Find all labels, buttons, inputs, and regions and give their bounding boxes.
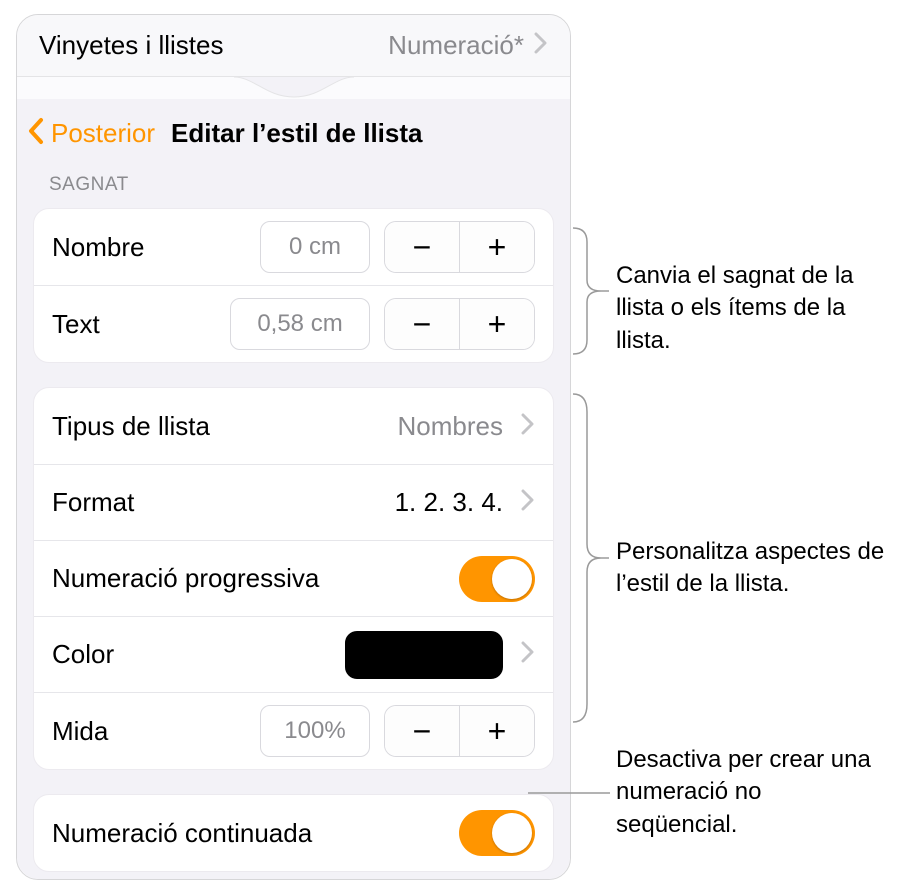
indent-text-stepper: − +	[384, 298, 535, 350]
tiered-numbering-label: Numeració progressiva	[52, 563, 445, 594]
callout-style-text: Personalitza aspectes de l’estil de la l…	[616, 536, 886, 601]
indent-number-label: Nombre	[52, 232, 246, 263]
color-swatch	[345, 631, 503, 679]
list-type-value: Nombres	[398, 411, 503, 442]
callout-continue-text: Desactiva per crear una numeració no seq…	[616, 744, 886, 841]
format-row[interactable]: Format 1. 2. 3. 4.	[34, 464, 553, 540]
color-label: Color	[52, 639, 331, 670]
popover-panel: Vinyetes i llistes Numeració* Posterior …	[16, 14, 571, 880]
chevron-right-icon	[521, 411, 535, 442]
indent-card: Nombre 0 cm − + Text 0,58 cm − +	[33, 208, 554, 363]
back-button[interactable]: Posterior	[51, 118, 155, 149]
format-value: 1. 2. 3. 4.	[395, 487, 503, 518]
chevron-right-icon	[521, 639, 535, 670]
nav-row: Posterior Editar l’estil de llista	[17, 109, 570, 168]
sheet-notch	[234, 77, 354, 99]
color-row[interactable]: Color	[34, 616, 553, 692]
size-stepper: − +	[384, 705, 535, 757]
size-increment[interactable]: +	[460, 706, 534, 756]
callout-style: Personalitza aspectes de l’estil de la l…	[616, 536, 886, 601]
indent-number-value[interactable]: 0 cm	[260, 221, 370, 273]
bullets-lists-title: Vinyetes i llistes	[39, 30, 388, 61]
indent-text-increment[interactable]: +	[460, 299, 534, 349]
indent-text-label: Text	[52, 309, 216, 340]
size-label: Mida	[52, 716, 246, 747]
indent-text-row: Text 0,58 cm − +	[34, 285, 553, 362]
continue-card: Numeració continuada	[33, 794, 554, 872]
style-card: Tipus de llista Nombres Format 1. 2. 3. …	[33, 387, 554, 770]
list-type-label: Tipus de llista	[52, 411, 384, 442]
indent-number-row: Nombre 0 cm − +	[34, 209, 553, 285]
callout-indent: Canvia el sagnat de la llista o els ítem…	[616, 260, 886, 357]
section-label-indent: SAGNAT	[17, 168, 570, 202]
continue-numbering-toggle[interactable]	[459, 810, 535, 856]
format-label: Format	[52, 487, 381, 518]
indent-number-increment[interactable]: +	[460, 222, 534, 272]
size-row: Mida 100% − +	[34, 692, 553, 769]
size-decrement[interactable]: −	[385, 706, 459, 756]
continue-numbering-row: Numeració continuada	[34, 795, 553, 871]
tiered-numbering-toggle[interactable]	[459, 556, 535, 602]
callout-continue: Desactiva per crear una numeració no seq…	[616, 744, 886, 841]
bullets-lists-header-row[interactable]: Vinyetes i llistes Numeració*	[17, 15, 570, 77]
chevron-right-icon	[521, 487, 535, 518]
edit-list-style-sheet: Posterior Editar l’estil de llista SAGNA…	[17, 99, 570, 879]
indent-number-stepper: − +	[384, 221, 535, 273]
indent-text-decrement[interactable]: −	[385, 299, 459, 349]
callout-indent-text: Canvia el sagnat de la llista o els ítem…	[616, 260, 886, 357]
callouts-area: Canvia el sagnat de la llista o els ítem…	[598, 0, 888, 894]
tiered-numbering-row: Numeració progressiva	[34, 540, 553, 616]
indent-number-decrement[interactable]: −	[385, 222, 459, 272]
continue-numbering-label: Numeració continuada	[52, 818, 445, 849]
chevron-left-icon[interactable]	[27, 117, 45, 150]
size-value[interactable]: 100%	[260, 705, 370, 757]
bullets-lists-value: Numeració*	[388, 30, 524, 61]
page-title: Editar l’estil de llista	[171, 118, 422, 149]
list-type-row[interactable]: Tipus de llista Nombres	[34, 388, 553, 464]
chevron-right-icon	[534, 30, 548, 61]
indent-text-value[interactable]: 0,58 cm	[230, 298, 370, 350]
